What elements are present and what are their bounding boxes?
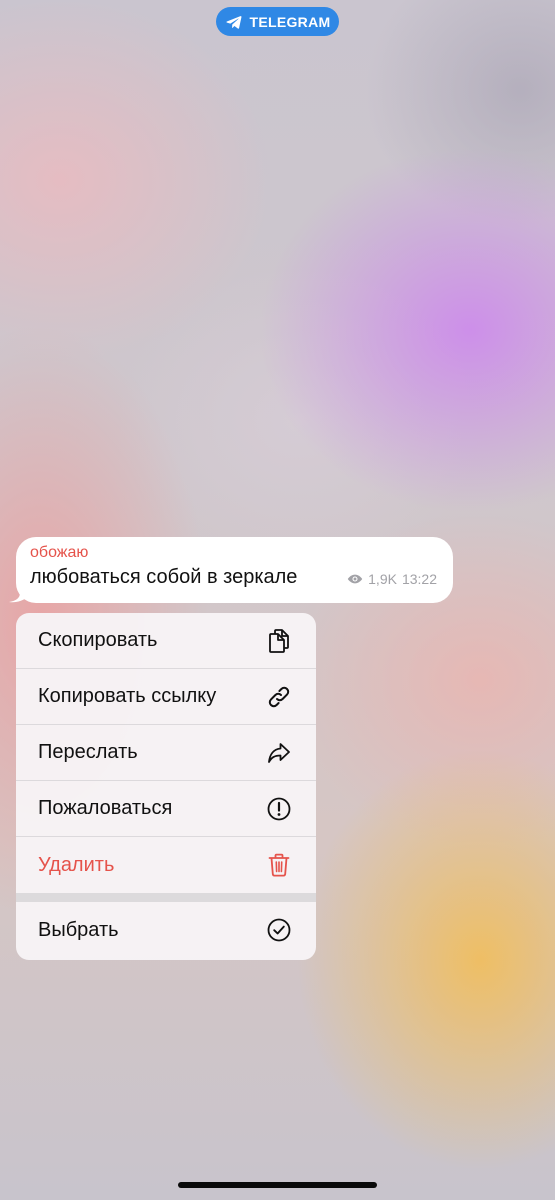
trash-icon bbox=[268, 853, 290, 877]
menu-item-label: Выбрать bbox=[38, 918, 119, 941]
eye-icon bbox=[347, 574, 363, 584]
telegram-app-badge[interactable]: TELEGRAM bbox=[216, 7, 339, 36]
context-menu: Скопировать Копировать ссылку Переслать … bbox=[16, 613, 316, 960]
menu-item-delete[interactable]: Удалить bbox=[16, 837, 316, 893]
menu-separator bbox=[16, 893, 316, 902]
message-bubble[interactable]: обожаю любоваться собой в зеркале 1,9K 1… bbox=[16, 537, 453, 603]
menu-item-report[interactable]: Пожаловаться bbox=[16, 781, 316, 837]
menu-item-label: Переслать bbox=[38, 741, 138, 763]
message-views: 1,9K bbox=[368, 571, 397, 587]
link-icon bbox=[268, 686, 290, 707]
message-row: любоваться собой в зеркале 1,9K 13:22 bbox=[30, 562, 439, 594]
menu-item-label: Удалить bbox=[38, 853, 115, 876]
message-time: 13:22 bbox=[401, 571, 437, 587]
menu-item-label: Пожаловаться bbox=[38, 797, 173, 819]
menu-item-copy-link[interactable]: Копировать ссылку bbox=[16, 669, 316, 725]
menu-item-label: Копировать ссылку bbox=[38, 685, 217, 707]
menu-item-forward[interactable]: Переслать bbox=[16, 725, 316, 781]
menu-item-copy[interactable]: Скопировать bbox=[16, 613, 316, 669]
menu-item-select[interactable]: Выбрать bbox=[16, 902, 316, 958]
report-icon bbox=[267, 797, 291, 820]
message-text: любоваться собой в зеркале bbox=[30, 566, 298, 588]
home-indicator[interactable] bbox=[178, 1182, 377, 1188]
checkmark-circle-icon bbox=[267, 918, 291, 942]
message-meta: 1,9K 13:22 bbox=[347, 571, 437, 587]
app-badge-label: TELEGRAM bbox=[249, 13, 331, 30]
forward-icon bbox=[268, 742, 290, 763]
copy-icon bbox=[269, 628, 289, 653]
menu-item-label: Скопировать bbox=[38, 629, 158, 651]
message-author[interactable]: обожаю bbox=[30, 544, 439, 562]
telegram-plane-icon bbox=[225, 15, 241, 29]
